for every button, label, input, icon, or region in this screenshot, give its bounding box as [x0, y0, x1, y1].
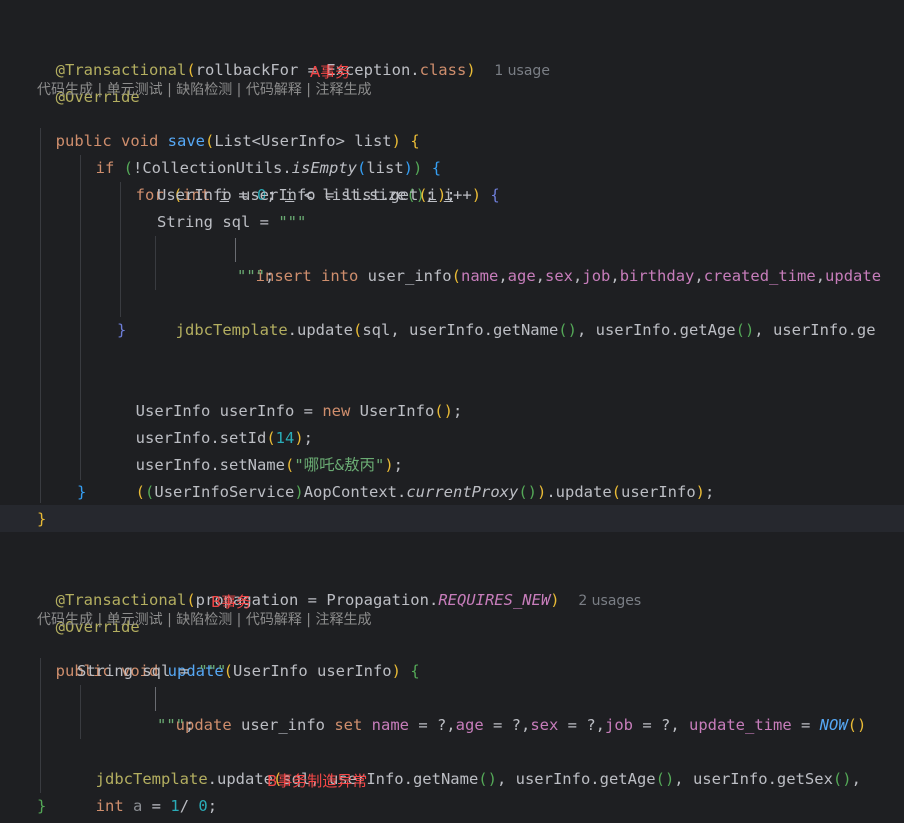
code-line-close-str-b[interactable]: """;: [157, 712, 194, 739]
indent-guide: [155, 236, 156, 290]
code-line-if[interactable]: if (!CollectionUtils.isEmpty(list)) {: [77, 128, 441, 177]
code-line-for[interactable]: for (int i = 0; i < list.size(); i++) {: [117, 155, 500, 204]
indent-guide: [40, 128, 41, 503]
usage-hint[interactable]: 1 usage: [494, 63, 550, 79]
code-line-brace-method-b[interactable]: }: [37, 793, 46, 820]
code-line-sql-b[interactable]: String sql = """: [77, 658, 226, 685]
code-line-signature[interactable]: public void save(List<UserInfo> list) {: [37, 101, 420, 150]
code-line-close-str[interactable]: """;: [237, 263, 274, 290]
code-line-div[interactable]: int a = 1/ 0;: [77, 766, 217, 815]
usage-hint[interactable]: 2 usages: [578, 593, 641, 609]
code-line-jdbc-b[interactable]: jdbcTemplate.update(sql, userInfo.getNam…: [77, 739, 861, 788]
indent-guide: [235, 238, 236, 262]
indent-guide: [155, 687, 156, 711]
code-line-sql[interactable]: String sql = """: [157, 209, 306, 236]
code-line-new[interactable]: UserInfo userInfo = new UserInfo();: [117, 371, 463, 420]
code-line-annotation[interactable]: @Transactional(rollbackFor = Exception.c…: [37, 30, 550, 79]
code-line-brace-if[interactable]: }: [77, 479, 86, 506]
note-exception: B事务制造异常: [267, 772, 368, 790]
code-line-setname[interactable]: userInfo.setName("哪吒&敖丙");: [117, 425, 403, 474]
current-line-highlight: [0, 505, 904, 532]
code-line-annotation-b[interactable]: @Transactional(propagation = Propagation…: [37, 560, 642, 609]
code-line-proxy[interactable]: ((UserInfoService)AopContext.currentProx…: [117, 452, 715, 501]
ai-actions-bar[interactable]: 代码生成 | 单元测试 | 缺陷检测 | 代码解释 | 注释生成: [37, 79, 371, 101]
code-line-signature-b[interactable]: public void update(UserInfo userInfo) {: [37, 631, 420, 680]
code-line-brace-method[interactable]: }: [37, 506, 46, 533]
indent-guide: [80, 685, 81, 739]
code-line-brace-for[interactable]: }: [117, 317, 126, 344]
code-line-jdbc[interactable]: jdbcTemplate.update(sql, userInfo.getNam…: [157, 290, 876, 339]
indent-guide: [80, 155, 81, 480]
code-line-update-sql[interactable]: update user_info set name = ?,age = ?,se…: [157, 685, 867, 734]
ai-actions-bar[interactable]: 代码生成 | 单元测试 | 缺陷检测 | 代码解释 | 注释生成: [37, 609, 371, 631]
code-line-get[interactable]: UserInfo userInfo = list.get(i);: [157, 182, 456, 209]
code-line-insert[interactable]: insert into user_info(name,age,sex,job,b…: [237, 236, 881, 285]
code-line-setid[interactable]: userInfo.setId(14);: [117, 398, 313, 447]
